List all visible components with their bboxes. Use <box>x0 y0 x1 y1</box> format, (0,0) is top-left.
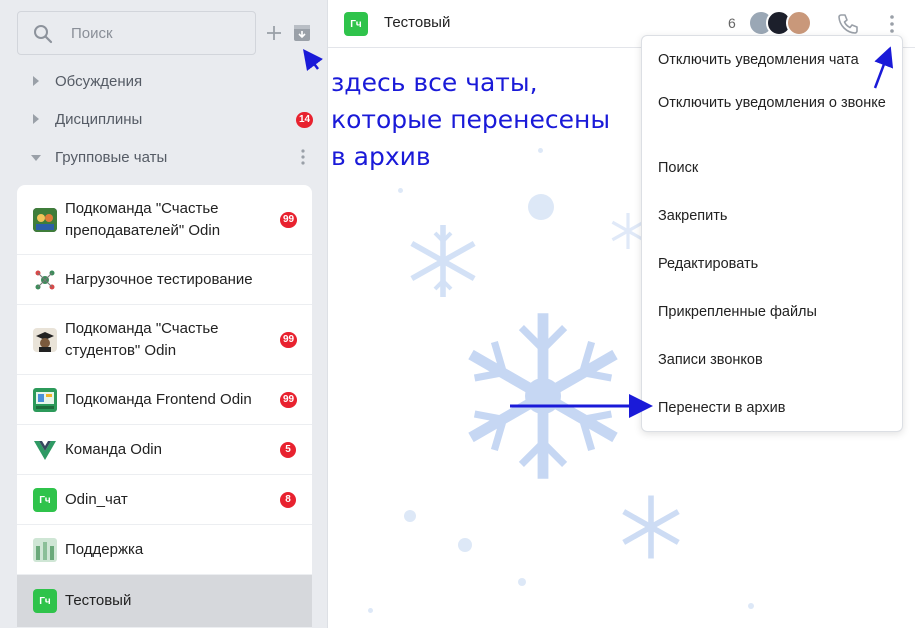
more-vertical-icon <box>890 15 894 33</box>
snowflake-icon <box>468 313 618 479</box>
unread-badge: 99 <box>280 332 298 348</box>
search-input[interactable]: Поиск <box>17 11 256 55</box>
chat-name: Подкоманда "Счастье преподавателей" Odin <box>65 200 221 239</box>
chat-avatar <box>33 438 57 462</box>
archive-button[interactable] <box>292 23 312 43</box>
section-label: Обсуждения <box>55 73 143 90</box>
chat-avatar <box>33 208 57 232</box>
chat-avatar: Гч <box>33 589 57 613</box>
chat-item[interactable]: Подкоманда "Счастье преподавателей" Odin… <box>17 185 312 255</box>
chat-name: Подкоманда "Счастье студентов" Odin <box>65 320 219 359</box>
chevron-down-icon <box>31 155 41 161</box>
phone-icon <box>838 14 858 34</box>
chat-list: Подкоманда "Счастье преподавателей" Odin… <box>17 185 312 628</box>
chat-item[interactable]: Нагрузочное тестирование <box>17 255 312 305</box>
menu-item-call-records[interactable]: Записи звонков <box>658 349 893 371</box>
search-icon <box>33 24 53 49</box>
menu-item-search[interactable]: Поиск <box>658 157 893 179</box>
chat-item-selected[interactable]: Гч Тестовый <box>17 575 312 628</box>
menu-item-attached-files[interactable]: Прикрепленные файлы <box>658 301 893 323</box>
snow-dot <box>528 194 554 220</box>
search-placeholder: Поиск <box>71 25 113 42</box>
unread-badge: 99 <box>280 392 298 408</box>
unread-badge: 99 <box>280 212 298 228</box>
snow-dot <box>368 608 373 613</box>
chat-name: Поддержка <box>65 541 144 558</box>
sidebar: Поиск Обсуждения Дисциплины 14 Групповые… <box>0 0 328 628</box>
chevron-right-icon <box>33 76 39 86</box>
annotation-line: которые перенесены <box>331 105 611 134</box>
chat-item[interactable]: Поддержка <box>17 525 312 575</box>
snow-dot <box>404 510 416 522</box>
chat-name: Нагрузочное тестирование <box>65 271 253 288</box>
chat-name: Подкоманда Frontend Odin <box>65 391 252 408</box>
menu-item-archive[interactable]: Перенести в архив <box>658 397 893 419</box>
avatar <box>786 10 812 36</box>
chat-item[interactable]: Подкоманда Frontend Odin 99 <box>17 375 312 425</box>
unread-badge: 14 <box>296 112 314 128</box>
section-group-chats[interactable]: Групповые чаты <box>0 143 320 173</box>
chat-avatar: Гч <box>33 488 57 512</box>
chat-avatar <box>33 388 57 412</box>
snow-dot <box>458 538 472 552</box>
add-chat-button[interactable] <box>264 22 284 44</box>
annotation-line: здесь все чаты, <box>331 68 538 97</box>
chat-item[interactable]: Подкоманда "Счастье студентов" Odin 99 <box>17 305 312 375</box>
chat-name: Odin_чат <box>65 491 128 508</box>
menu-item-edit[interactable]: Редактировать <box>658 253 893 275</box>
unread-badge: 5 <box>280 442 296 458</box>
snowflake-icon <box>622 495 680 559</box>
annotation-line: в архив <box>331 142 431 171</box>
section-disciplines[interactable]: Дисциплины 14 <box>0 105 320 135</box>
chat-name: Тестовый <box>65 592 132 609</box>
menu-item-mute-chat[interactable]: Отключить уведомления чата <box>658 49 893 71</box>
section-discussions[interactable]: Обсуждения <box>0 67 320 97</box>
chat-avatar <box>33 328 57 352</box>
menu-item-mute-calls[interactable]: Отключить уведомления о звонке <box>658 92 893 114</box>
chat-name: Команда Odin <box>65 441 162 458</box>
chat-title: Тестовый <box>384 14 451 31</box>
snow-dot <box>518 578 526 586</box>
chat-options-menu: Отключить уведомления чата Отключить уве… <box>641 35 903 432</box>
plus-icon <box>267 26 281 40</box>
snowflake-icon <box>410 225 476 297</box>
chat-avatar <box>33 268 57 292</box>
snow-dot <box>748 603 754 609</box>
menu-item-pin[interactable]: Закрепить <box>658 205 893 227</box>
chat-item[interactable]: Команда Odin 5 <box>17 425 312 475</box>
annotation-text: здесь все чаты, которые перенесены в арх… <box>331 68 610 179</box>
chat-item[interactable]: Гч Odin_чат 8 <box>17 475 312 525</box>
more-vertical-icon <box>301 149 305 165</box>
chat-avatar <box>33 538 57 562</box>
member-avatars[interactable] <box>748 10 818 36</box>
chevron-right-icon <box>33 114 39 124</box>
section-label: Дисциплины <box>55 111 143 128</box>
section-label: Групповые чаты <box>55 149 168 166</box>
archive-icon <box>294 25 310 41</box>
unread-badge: 8 <box>280 492 296 508</box>
chat-avatar: Гч <box>344 12 368 36</box>
member-count: 6 <box>728 15 736 31</box>
snow-dot <box>398 188 403 193</box>
